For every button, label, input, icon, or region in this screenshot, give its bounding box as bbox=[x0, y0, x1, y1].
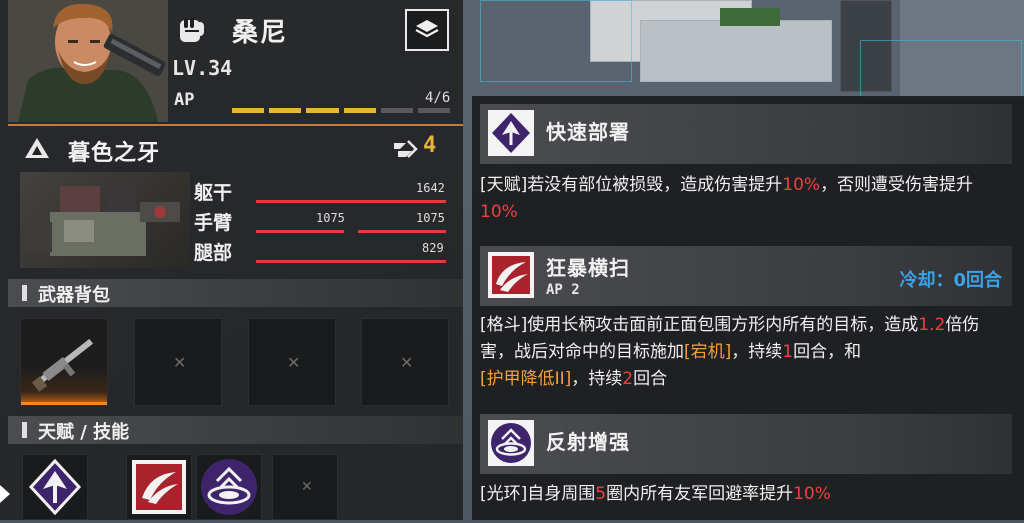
deploy-emblem-icon bbox=[28, 458, 82, 516]
skill-title: 狂暴横扫 bbox=[546, 256, 630, 280]
deploy-emblem-icon bbox=[492, 113, 530, 153]
reflect-aura-icon bbox=[491, 423, 531, 463]
desc-text: 圈内所有友军回避率提升 bbox=[606, 484, 794, 504]
skill-card-header[interactable]: 快速部署 bbox=[480, 104, 1012, 164]
skill-slot-2[interactable] bbox=[196, 454, 262, 520]
section-title: 武器背包 bbox=[38, 285, 110, 306]
skill-ap-cost: AP 2 bbox=[546, 282, 580, 298]
empty-slot-icon: ✕ bbox=[173, 353, 187, 372]
ap-segment-filled bbox=[269, 108, 302, 113]
desc-value: 10% bbox=[793, 484, 831, 504]
ap-segment-empty bbox=[380, 108, 413, 113]
desc-text: [格斗]使用长柄攻击面前正面包围方形内所有的目标，造成 bbox=[480, 315, 919, 335]
reflect-aura-icon bbox=[201, 459, 257, 515]
skill-card-header[interactable]: 反射增强 bbox=[480, 414, 1012, 474]
slash-sweep-icon bbox=[136, 464, 182, 510]
desc-value: 2 bbox=[622, 369, 634, 389]
weapon-slot-3[interactable]: ✕ bbox=[248, 318, 336, 406]
ap-segment-filled bbox=[232, 108, 265, 113]
talent-slot[interactable] bbox=[22, 454, 88, 520]
section-title: 天赋 / 技能 bbox=[38, 422, 130, 443]
part-torso: 躯干 1642 bbox=[194, 178, 454, 204]
desc-value: 1 bbox=[782, 342, 794, 362]
part-hp-value: 1075 bbox=[316, 211, 345, 225]
weapon-backpack-header: 武器背包 bbox=[8, 279, 463, 307]
mech-image bbox=[20, 172, 190, 268]
rifle-icon bbox=[31, 338, 94, 392]
ap-label: AP bbox=[174, 90, 195, 110]
ap-segment-filled bbox=[343, 108, 376, 113]
desc-text: 回合 bbox=[633, 369, 668, 389]
skill-icon-frame bbox=[488, 420, 534, 466]
part-name: 腿部 bbox=[194, 242, 233, 264]
skill-slot-1[interactable] bbox=[126, 454, 192, 520]
desc-text: ，持续 bbox=[731, 342, 783, 362]
ap-segment-empty bbox=[417, 108, 451, 113]
hp-bar bbox=[358, 230, 446, 233]
layers-button[interactable] bbox=[405, 9, 449, 51]
desc-text: 回合，和 bbox=[793, 342, 862, 362]
weapon-slot-1[interactable] bbox=[20, 318, 108, 406]
empty-slot-icon: ✕ bbox=[287, 353, 301, 372]
unit-info-panel: 桑尼 LV.34 AP 4/6 暮色之牙 4 躯干 1642 手臂 1075 1… bbox=[0, 0, 463, 520]
skill-description: [格斗]使用长柄攻击面前正面包围方形内所有的目标，造成1.2倍伤害，战后对命中的… bbox=[480, 312, 1010, 393]
mech-header: 暮色之牙 4 bbox=[8, 127, 463, 171]
ap-count: 4/6 bbox=[425, 90, 451, 106]
scroll-left-arrow-icon[interactable] bbox=[0, 485, 10, 503]
skill-title: 反射增强 bbox=[546, 430, 630, 454]
part-name: 手臂 bbox=[194, 212, 233, 234]
fist-icon bbox=[176, 16, 208, 46]
pilot-portrait bbox=[8, 0, 168, 122]
part-arms: 手臂 1075 1075 bbox=[194, 208, 454, 234]
desc-text: ，持续 bbox=[571, 369, 623, 389]
weapon-slot-2[interactable]: ✕ bbox=[134, 318, 222, 406]
empty-slot-icon: ✕ bbox=[400, 353, 414, 372]
unit-level: LV.34 bbox=[172, 56, 233, 80]
triangle-class-icon bbox=[25, 138, 49, 158]
slash-sweep-icon bbox=[492, 256, 530, 294]
divider bbox=[8, 124, 463, 126]
part-hp-value: 1075 bbox=[416, 211, 445, 225]
desc-text: ，否则遭受伤害提升 bbox=[820, 175, 974, 195]
desc-value: 10% bbox=[782, 175, 821, 195]
skill-title: 快速部署 bbox=[546, 120, 630, 144]
desc-value: 5 bbox=[595, 484, 607, 504]
hp-bar bbox=[256, 230, 344, 233]
desc-value: 1.2 bbox=[918, 315, 946, 335]
part-name: 躯干 bbox=[194, 182, 233, 204]
part-hp-value: 829 bbox=[422, 241, 444, 255]
status-tag[interactable]: [护甲降低II] bbox=[480, 369, 571, 389]
weapon-slot-4[interactable]: ✕ bbox=[361, 318, 449, 406]
skill-slot-3[interactable]: ✕ bbox=[272, 454, 338, 520]
skill-card-header[interactable]: 狂暴横扫 AP 2 冷却：0回合 bbox=[480, 246, 1012, 306]
status-tag[interactable]: [宕机] bbox=[684, 342, 731, 362]
empty-slot-icon: ✕ bbox=[301, 479, 313, 495]
ap-bar bbox=[232, 108, 451, 113]
skill-description: [天赋]若没有部位被损毁，造成伤害提升10%，否则遭受伤害提升10% bbox=[480, 172, 1010, 226]
skill-description: [光环]自身周围5圈内所有友军回避率提升10% bbox=[480, 481, 1010, 508]
speed-icon bbox=[394, 140, 418, 158]
part-hp-value: 1642 bbox=[416, 181, 445, 195]
part-legs: 腿部 829 bbox=[194, 238, 454, 264]
skill-icon-frame bbox=[488, 110, 534, 156]
hp-bar bbox=[256, 260, 446, 263]
skill-icon-frame bbox=[488, 252, 534, 298]
mech-name: 暮色之牙 bbox=[68, 141, 161, 166]
desc-value: 10% bbox=[480, 202, 518, 222]
hp-bar bbox=[256, 200, 446, 203]
desc-text: [光环]自身周围 bbox=[480, 484, 596, 504]
speed-value: 4 bbox=[423, 133, 437, 158]
skill-cooldown: 冷却：0回合 bbox=[899, 270, 1002, 291]
unit-name: 桑尼 bbox=[232, 18, 289, 48]
ap-segment-filled bbox=[306, 108, 339, 113]
layers-icon bbox=[415, 20, 439, 38]
skill-detail-panel: 快速部署 [天赋]若没有部位被损毁，造成伤害提升10%，否则遭受伤害提升10% … bbox=[472, 96, 1024, 520]
desc-text: [天赋]若没有部位被损毁，造成伤害提升 bbox=[480, 175, 783, 195]
skills-header: 天赋 / 技能 bbox=[8, 416, 463, 444]
